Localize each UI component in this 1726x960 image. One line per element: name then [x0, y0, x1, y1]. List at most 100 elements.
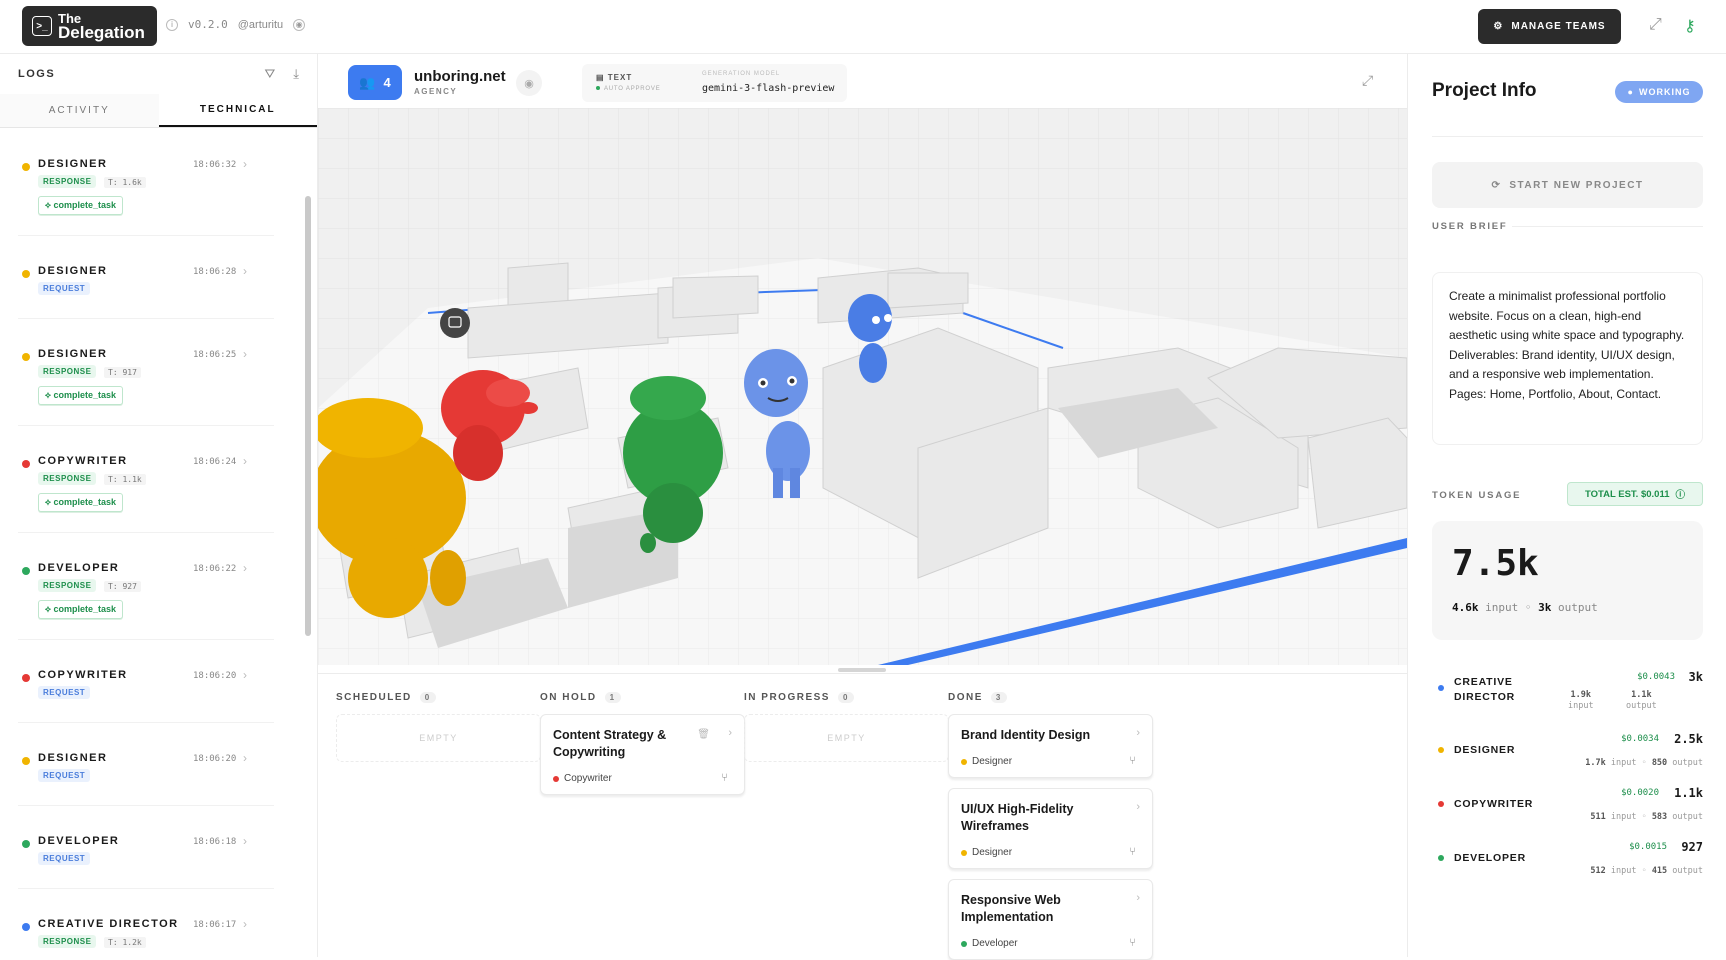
- trash-icon[interactable]: 🗑: [697, 729, 710, 740]
- logs-panel: LOGS ⛛ ⤓ ACTIVITY TECHNICAL DESIGNER 18:0…: [0, 54, 318, 957]
- eye-icon[interactable]: ◉: [516, 70, 542, 96]
- column-count: 0: [837, 691, 854, 703]
- role-token-row: DEVELOPER $0.0015 927 512 input ◦ 415 outpu…: [1438, 836, 1703, 886]
- chevron-right-icon[interactable]: ›: [243, 561, 247, 575]
- tab-technical[interactable]: TECHNICAL: [158, 94, 317, 127]
- tool-call-badge[interactable]: ⟡ complete_task: [38, 600, 123, 619]
- chevron-right-icon[interactable]: ›: [1136, 801, 1140, 813]
- expand-icon[interactable]: ⤢: [1362, 72, 1373, 89]
- chevron-right-icon[interactable]: ›: [728, 727, 732, 739]
- role-output: 1.1k output: [1626, 690, 1657, 711]
- log-type-badge: RESPONSE: [38, 935, 97, 948]
- start-new-project-button[interactable]: ⟳ START NEW PROJECT: [1432, 162, 1703, 208]
- assignee-dot: [961, 849, 967, 856]
- task-card[interactable]: UI/UX High-Fidelity Wireframes › Designe…: [948, 788, 1153, 869]
- agents-button[interactable]: 👥 4: [348, 65, 402, 100]
- role-dot: [1438, 801, 1444, 807]
- role-name: COPYWRITER: [1454, 798, 1534, 810]
- token-usage-label: TOKEN USAGE: [1432, 490, 1522, 501]
- empty-placeholder: EMPTY: [744, 714, 949, 762]
- log-time: 18:06:20: [193, 671, 237, 681]
- log-item[interactable]: COPYWRITER 18:06:20 › REQUEST: [18, 640, 274, 723]
- log-role: DESIGNER: [38, 752, 108, 764]
- log-type-badge: REQUEST: [38, 769, 91, 782]
- log-time: 18:06:25: [193, 350, 237, 360]
- start-new-project-label: START NEW PROJECT: [1509, 179, 1644, 191]
- chevron-right-icon[interactable]: ›: [1136, 892, 1140, 904]
- log-item[interactable]: DEVELOPER 18:06:22 › RESPONSE T: 927 ⟡ comple…: [18, 533, 274, 640]
- log-item[interactable]: COPYWRITER 18:06:24 › RESPONSE T: 1.1k ⟡ comp…: [18, 426, 274, 533]
- log-item[interactable]: DESIGNER 18:06:25 › RESPONSE T: 917 ⟡ complet…: [18, 319, 274, 426]
- branch-icon[interactable]: ⑂: [1129, 846, 1136, 858]
- chevron-right-icon[interactable]: ›: [243, 454, 247, 468]
- project-header: 👥 4 unboring.net AGENCY ◉ ▤ TEXT AUTO AP…: [318, 54, 1407, 108]
- info-icon[interactable]: i: [166, 18, 178, 31]
- task-title: UI/UX High-Fidelity Wireframes: [961, 802, 1074, 833]
- kanban-column: ON HOLD 1 Content Strategy & Copywriting …: [540, 690, 745, 795]
- assignee-dot: [961, 758, 967, 765]
- log-type-badge: RESPONSE: [38, 472, 97, 485]
- tool-call-badge[interactable]: ⟡ complete_task: [38, 493, 123, 512]
- role-name: DEVELOPER: [1454, 852, 1526, 864]
- column-title: ON HOLD: [540, 691, 597, 703]
- download-icon[interactable]: ⤓: [293, 66, 299, 82]
- log-role: DEVELOPER: [38, 835, 120, 847]
- branch-icon[interactable]: ⑂: [721, 772, 728, 784]
- office-scene[interactable]: [318, 108, 1407, 665]
- role-dot: [22, 460, 30, 468]
- log-item[interactable]: DEVELOPER 18:06:18 › REQUEST: [18, 806, 274, 889]
- log-type-badge: REQUEST: [38, 852, 91, 865]
- log-item[interactable]: DESIGNER 18:06:28 › REQUEST: [18, 236, 274, 319]
- task-assignee: Designer: [972, 847, 1013, 858]
- column-count: 3: [990, 691, 1007, 703]
- log-type-badge: REQUEST: [38, 282, 91, 295]
- role-dot: [1438, 685, 1444, 691]
- log-item[interactable]: DESIGNER 18:06:20 › REQUEST: [18, 723, 274, 806]
- log-type-badge: RESPONSE: [38, 365, 97, 378]
- author-link[interactable]: @arturitu: [238, 19, 283, 31]
- resize-handle[interactable]: [838, 668, 886, 672]
- chevron-right-icon[interactable]: ›: [1136, 727, 1140, 739]
- branch-icon[interactable]: ⑂: [1129, 937, 1136, 949]
- chevron-right-icon[interactable]: ›: [243, 347, 247, 361]
- log-time: 18:06:24: [193, 457, 237, 467]
- chevron-right-icon[interactable]: ›: [243, 157, 247, 171]
- branch-icon[interactable]: ⑂: [1129, 755, 1136, 767]
- role-token-row: DESIGNER $0.0034 2.5k 1.7k input ◦ 850 outp…: [1438, 728, 1703, 778]
- chevron-right-icon[interactable]: ›: [243, 751, 247, 765]
- log-role: DEVELOPER: [38, 562, 120, 574]
- mode-panel: ▤ TEXT AUTO APPROVE GENERATION MODEL gem…: [582, 64, 847, 102]
- tool-call-badge[interactable]: ⟡ complete_task: [38, 386, 123, 405]
- role-dot: [22, 840, 30, 848]
- task-card[interactable]: Content Strategy & Copywriting › 🗑 Copyw…: [540, 714, 745, 795]
- log-time: 18:06:22: [193, 564, 237, 574]
- log-item[interactable]: CREATIVE DIRECTOR 18:06:17 › RESPONSE T: 1.2…: [18, 889, 274, 957]
- total-estimate-badge[interactable]: TOTAL EST. $0.011 ⓘ: [1567, 482, 1703, 506]
- assignee-dot: [553, 775, 559, 782]
- task-card[interactable]: Brand Identity Design › Designer ⑂: [948, 714, 1153, 778]
- log-tokens: T: 1.6k: [104, 177, 146, 188]
- logs-scrollbar[interactable]: [305, 196, 311, 636]
- log-item[interactable]: DESIGNER 18:06:32 › RESPONSE T: 1.6k ⟡ comple…: [18, 129, 274, 236]
- fullscreen-icon[interactable]: ⤢: [1649, 16, 1662, 34]
- tab-activity[interactable]: ACTIVITY: [0, 94, 159, 127]
- users-icon: 👥: [359, 74, 376, 90]
- chevron-right-icon[interactable]: ›: [243, 834, 247, 848]
- role-dot: [22, 757, 30, 765]
- info-icon: ⓘ: [1675, 490, 1685, 501]
- role-cost: $0.0043: [1637, 672, 1675, 682]
- role-cost: $0.0015: [1629, 842, 1667, 852]
- chevron-right-icon[interactable]: ›: [243, 668, 247, 682]
- task-card[interactable]: Responsive Web Implementation › Develope…: [948, 879, 1153, 960]
- github-icon[interactable]: ◉: [293, 18, 306, 31]
- log-role: DESIGNER: [38, 265, 108, 277]
- role-io: 511 input ◦ 583 output: [1590, 812, 1703, 822]
- chevron-right-icon[interactable]: ›: [243, 917, 247, 931]
- role-io: 512 input ◦ 415 output: [1590, 866, 1703, 876]
- tool-call-badge[interactable]: ⟡ complete_task: [38, 196, 123, 215]
- chevron-right-icon[interactable]: ›: [243, 264, 247, 278]
- manage-teams-button[interactable]: ⚙ MANAGE TEAMS: [1478, 9, 1621, 44]
- filter-icon[interactable]: ⛛: [264, 66, 275, 82]
- key-icon[interactable]: ⚷: [1684, 16, 1696, 36]
- app-logo[interactable]: >_ The Delegation: [22, 6, 157, 46]
